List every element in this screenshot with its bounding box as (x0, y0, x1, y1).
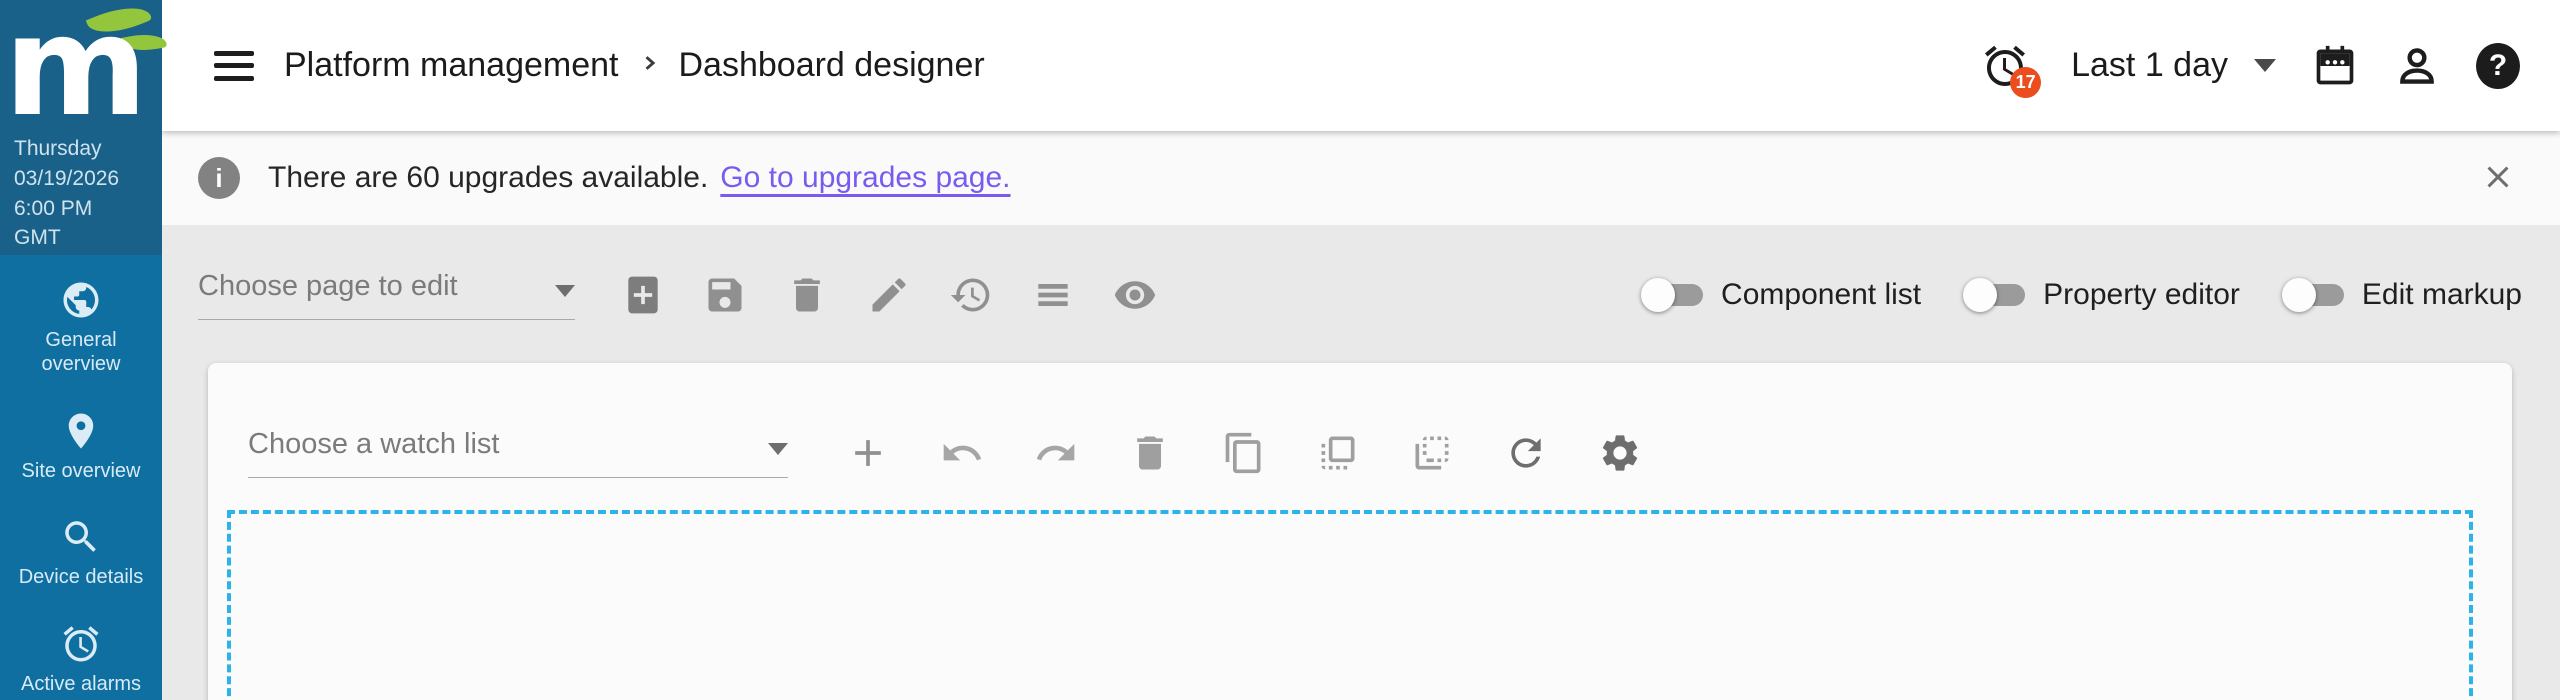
alarms-button[interactable]: 17 (1981, 42, 2042, 98)
watchlist-toolbar-buttons (844, 429, 1644, 477)
app-header: Platform management Dashboard designer 1… (162, 0, 2560, 131)
toggle-label: Edit markup (2361, 278, 2522, 311)
save-icon (708, 278, 742, 312)
history-button[interactable] (947, 271, 995, 319)
toggle-switch-off (1963, 278, 2026, 312)
toggle-switch-off (1641, 278, 1704, 312)
help-icon[interactable]: ? (2476, 42, 2520, 89)
search-icon (65, 521, 96, 553)
page-select[interactable]: Choose page to edit (198, 270, 575, 320)
sidebar-item-general-overview[interactable]: General overview (0, 279, 162, 377)
designer-card: Choose a watch list (208, 363, 2512, 700)
chevron-down-icon (555, 285, 575, 297)
chevron-down-icon (768, 443, 788, 455)
redo-icon (1036, 443, 1075, 461)
sidebar-item-label: Site overview (21, 459, 141, 482)
edit-markup-toggle[interactable]: Edit markup (2281, 278, 2522, 312)
info-icon: i (198, 157, 240, 199)
sidebar-item-label: Device details (18, 566, 144, 589)
save-button[interactable] (701, 271, 749, 319)
toggle-label: Component list (1721, 278, 1922, 311)
time-range-selector[interactable]: Last 1 day (2071, 46, 2276, 85)
property-editor-toggle[interactable]: Property editor (1963, 278, 2240, 312)
alarm-clock-icon (63, 625, 99, 662)
component-list-toggle[interactable]: Component list (1641, 278, 1921, 312)
eye-icon (1114, 281, 1156, 309)
brand-logo: m (4, 0, 148, 147)
header-actions: 17 Last 1 day ? (1981, 42, 2520, 98)
history-icon (950, 278, 990, 312)
user-icon (2400, 47, 2434, 84)
refresh-icon (1511, 438, 1541, 468)
sidebar: m Thursday 03/19/2026 6:00 PM GMT Genera… (0, 0, 168, 700)
timezone-label: GMT (14, 226, 61, 250)
copy-button[interactable] (1220, 429, 1268, 477)
calendar-icon (2316, 45, 2354, 84)
pencil-icon (872, 278, 906, 312)
flip-to-front-button[interactable] (1314, 429, 1362, 477)
time-range-label: Last 1 day (2071, 46, 2228, 84)
sidebar-nav: General overview Site overview Device de… (0, 255, 162, 700)
upgrade-banner: i There are 60 upgrades available. Go to… (162, 131, 2560, 225)
sidebar-item-site-overview[interactable]: Site overview (0, 410, 162, 483)
plus-icon (855, 440, 881, 466)
undo-icon (943, 443, 982, 461)
datetime-display: Thursday 03/19/2026 6:00 PM GMT (14, 134, 119, 253)
upgrades-page-link[interactable]: Go to upgrades page. (720, 161, 1010, 195)
watchlist-select[interactable]: Choose a watch list (248, 428, 788, 478)
chevron-right-icon (639, 53, 659, 78)
main-column: Platform management Dashboard designer 1… (162, 0, 2560, 700)
date-label: 03/19/2026 (14, 166, 120, 190)
banner-message: There are 60 upgrades available. (268, 161, 709, 194)
add-component-button[interactable] (844, 429, 892, 477)
dashboard-canvas-dropzone[interactable] (227, 510, 2473, 700)
page-toolbar-buttons (619, 271, 1159, 319)
settings-button[interactable] (1596, 429, 1644, 477)
menu-icon[interactable] (214, 50, 254, 81)
breadcrumb-section[interactable]: Platform management (284, 46, 619, 85)
time-label: 6:00 PM (14, 196, 93, 220)
page-content: Choose page to edit Component list Prope… (162, 225, 2560, 700)
close-icon[interactable] (2480, 159, 2516, 198)
sidebar-item-device-details[interactable]: Device details (0, 516, 162, 589)
flip-to-back-button[interactable] (1408, 429, 1456, 477)
sidebar-item-label: General overview (41, 329, 121, 376)
trash-icon (794, 278, 820, 312)
watchlist-toolbar: Choose a watch list (208, 411, 2512, 495)
add-page-button[interactable] (619, 271, 667, 319)
watchlist-select-placeholder: Choose a watch list (248, 428, 500, 460)
alarm-count-badge: 17 (2010, 66, 2042, 98)
flip-to-front-icon (1321, 436, 1355, 470)
toggle-label: Property editor (2043, 278, 2240, 311)
weekday-label: Thursday (14, 137, 102, 160)
delete-component-button[interactable] (1126, 429, 1174, 477)
brand-area: m Thursday 03/19/2026 6:00 PM GMT (0, 0, 168, 255)
toggle-switch-off (2281, 278, 2344, 312)
chevron-down-icon (2254, 59, 2276, 72)
preview-button[interactable] (1111, 271, 1159, 319)
delete-page-button[interactable] (783, 271, 831, 319)
menu-lines-icon (1038, 284, 1068, 306)
trash-icon (1137, 436, 1163, 470)
gear-icon (1602, 435, 1638, 471)
edit-page-button[interactable] (865, 271, 913, 319)
redo-button[interactable] (1032, 429, 1080, 477)
add-box-icon (628, 276, 658, 314)
user-button[interactable] (2394, 43, 2440, 89)
globe-icon (63, 282, 99, 318)
menu-list-button[interactable] (1029, 271, 1077, 319)
breadcrumb-page: Dashboard designer (678, 46, 985, 84)
view-toggles: Component list Property editor Edit mark… (1641, 278, 2522, 312)
sidebar-item-active-alarms[interactable]: Active alarms (0, 623, 162, 696)
calendar-button[interactable] (2312, 43, 2358, 89)
flip-to-back-icon (1415, 436, 1449, 470)
copy-icon (1225, 432, 1261, 474)
sidebar-item-label: Active alarms (20, 672, 142, 695)
location-pin-icon (68, 413, 94, 449)
page-select-placeholder: Choose page to edit (198, 270, 458, 302)
refresh-button[interactable] (1502, 429, 1550, 477)
undo-button[interactable] (938, 429, 986, 477)
page-toolbar: Choose page to edit Component list Prope… (198, 251, 2522, 339)
